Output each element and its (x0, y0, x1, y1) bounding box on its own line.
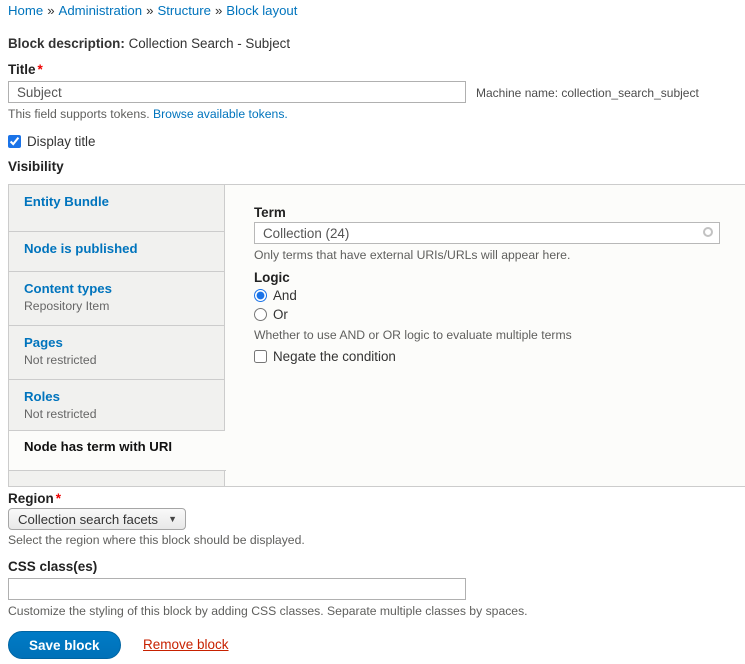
logic-or-radio[interactable] (254, 308, 267, 321)
tab-label: Entity Bundle (24, 194, 214, 209)
css-classes-description: Customize the styling of this block by a… (8, 604, 528, 618)
tab-label: Node is published (24, 241, 214, 256)
title-label-text: Title (8, 62, 36, 77)
tab-label: Node has term with URI (24, 439, 216, 454)
save-block-button[interactable]: Save block (8, 631, 121, 659)
tab-summary: Repository Item (24, 299, 214, 313)
tokens-description-text: This field supports tokens. (8, 107, 150, 121)
visibility-panel: Entity Bundle Node is published Content … (8, 184, 745, 487)
css-classes-input[interactable] (8, 578, 466, 600)
logic-and-radio[interactable] (254, 289, 267, 302)
tab-entity-bundle[interactable]: Entity Bundle (9, 185, 224, 232)
region-field-label: Region* (8, 491, 61, 506)
css-classes-label: CSS class(es) (8, 559, 97, 574)
block-description: Block description: Collection Search - S… (8, 36, 290, 51)
required-asterisk: * (38, 62, 43, 77)
term-description: Only terms that have external URIs/URLs … (254, 248, 570, 262)
region-label-text: Region (8, 491, 54, 506)
tokens-description: This field supports tokens. Browse avail… (8, 107, 288, 121)
logic-and-label: And (273, 288, 297, 303)
region-select-value: Collection search facets (18, 512, 158, 527)
remove-block-link[interactable]: Remove block (143, 637, 229, 652)
tab-label: Pages (24, 335, 214, 350)
term-field-label: Term (254, 205, 286, 220)
tab-pages[interactable]: Pages Not restricted (9, 326, 224, 380)
logic-and-option: And (254, 288, 297, 303)
tab-label: Roles (24, 389, 214, 404)
tab-roles[interactable]: Roles Not restricted (9, 380, 224, 431)
title-field-label: Title* (8, 62, 43, 77)
breadcrumb-link-administration[interactable]: Administration (59, 3, 143, 18)
block-description-value: Collection Search - Subject (129, 36, 291, 51)
tab-node-is-published[interactable]: Node is published (9, 232, 224, 272)
tab-node-has-term-with-uri[interactable]: Node has term with URI (9, 431, 226, 471)
negate-condition-checkbox[interactable] (254, 350, 267, 363)
tab-label: Content types (24, 281, 214, 296)
logic-field-label: Logic (254, 270, 290, 285)
negate-condition-label: Negate the condition (273, 349, 396, 364)
autocomplete-throbber-icon (703, 227, 713, 237)
term-input-wrapper (254, 222, 720, 244)
display-title-checkbox[interactable] (8, 135, 21, 148)
tab-summary: Not restricted (24, 353, 214, 367)
visibility-vertical-tabs: Entity Bundle Node is published Content … (9, 185, 225, 486)
breadcrumb-link-home[interactable]: Home (8, 3, 43, 18)
title-input[interactable] (8, 81, 466, 103)
visibility-heading: Visibility (8, 159, 64, 174)
breadcrumb-link-block-layout[interactable]: Block layout (226, 3, 297, 18)
region-description: Select the region where this block shoul… (8, 533, 305, 547)
breadcrumb-separator: » (146, 3, 153, 18)
term-autocomplete-input[interactable] (254, 222, 720, 244)
logic-or-option: Or (254, 307, 288, 322)
breadcrumb-separator: » (47, 3, 54, 18)
breadcrumb: Home»Administration»Structure»Block layo… (8, 3, 297, 18)
breadcrumb-separator: » (215, 3, 222, 18)
breadcrumb-link-structure[interactable]: Structure (157, 3, 211, 18)
negate-condition-row: Negate the condition (254, 349, 396, 364)
logic-or-label: Or (273, 307, 288, 322)
chevron-down-icon: ▼ (168, 514, 177, 524)
browse-tokens-link[interactable]: Browse available tokens. (153, 107, 288, 121)
display-title-label: Display title (27, 134, 95, 149)
display-title-row: Display title (8, 134, 95, 149)
tab-summary: Not restricted (24, 407, 214, 421)
visibility-tab-content: Term Only terms that have external URIs/… (226, 185, 745, 486)
machine-name-text: Machine name: collection_search_subject (476, 86, 699, 100)
block-description-label: Block description: (8, 36, 125, 51)
region-select[interactable]: Collection search facets ▼ (8, 508, 186, 530)
tab-content-types[interactable]: Content types Repository Item (9, 272, 224, 326)
required-asterisk: * (56, 491, 61, 506)
logic-description: Whether to use AND or OR logic to evalua… (254, 328, 572, 342)
